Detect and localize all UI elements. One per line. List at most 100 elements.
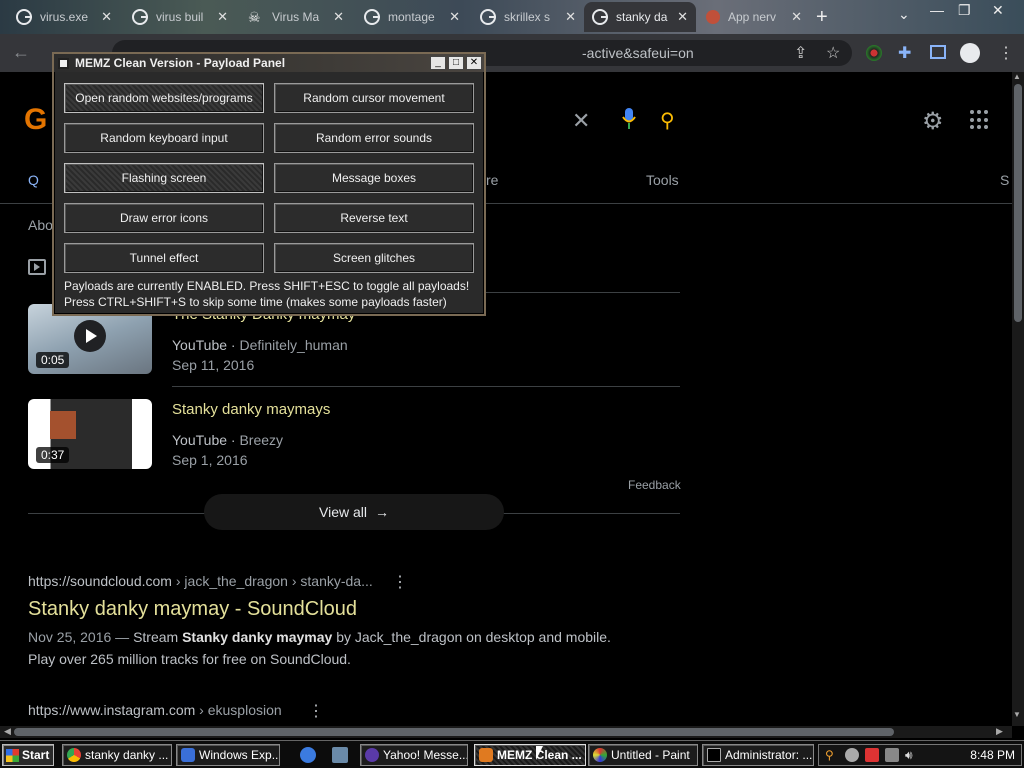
close-icon[interactable]: ✕ [791,9,802,25]
minimize-icon[interactable]: — [930,2,944,18]
google-logo[interactable]: G [24,103,47,137]
bookmark-star-icon[interactable]: ☆ [826,43,840,63]
scroll-up-icon[interactable]: ▲ [1013,72,1021,81]
payload-screen-glitches-button[interactable]: Screen glitches [274,243,474,273]
scroll-down-icon[interactable]: ▼ [1013,710,1021,719]
payload-draw-error-icons-button[interactable]: Draw error icons [64,203,264,233]
network-icon[interactable] [885,748,899,762]
maximize-icon[interactable]: □ [448,56,464,70]
memz-titlebar[interactable]: MEMZ Clean Version - Payload Panel [54,54,484,72]
taskbar-item-explorer[interactable]: Windows Exp... [176,744,280,766]
tray-app-icon[interactable] [845,748,859,762]
close-icon[interactable]: ✕ [565,9,576,25]
skull-icon: ☠ [248,9,261,25]
extensions-puzzle-icon[interactable]: ✚ [898,43,911,63]
taskbar-item-paint[interactable]: Untitled - Paint [588,744,698,766]
close-icon[interactable]: ✕ [466,56,482,70]
memz-title: MEMZ Clean Version - Payload Panel [75,56,286,70]
extension-icon[interactable] [866,45,882,61]
scroll-right-icon[interactable]: ▶ [996,726,1003,737]
minimize-icon[interactable]: _ [430,56,446,70]
payload-status-text: Payloads are currently ENABLED. Press SH… [64,279,470,293]
google-apps-icon[interactable] [970,110,990,130]
tab-virus-exe[interactable]: virus.exe ✕ [8,2,120,32]
maximize-icon[interactable]: ❐ [958,2,971,19]
tab-virus-ma[interactable]: ☠ Virus Ma ✕ [240,2,352,32]
more-options-icon[interactable]: ⋮ [308,701,324,721]
tab-virus-builder[interactable]: virus buil ✕ [124,2,236,32]
quicklaunch-browser-icon[interactable] [300,747,316,763]
close-icon[interactable]: ✕ [101,9,112,25]
browser-menu-icon[interactable]: ⋮ [998,43,1014,63]
memz-icon [479,748,493,762]
tab-app-nerv[interactable]: App nerv ✕ [698,2,810,32]
payload-reverse-text-button[interactable]: Reverse text [274,203,474,233]
taskbar-item-yahoo-messenger[interactable]: Yahoo! Messe... [360,744,468,766]
play-icon[interactable] [74,320,106,352]
snippet-bold: Stanky danky maymay [182,629,333,645]
new-tab-button[interactable]: + [816,6,828,29]
view-all-button[interactable]: View all → [204,494,504,530]
result-cite: https://soundcloud.com › jack_the_dragon… [28,573,373,589]
close-icon[interactable]: ✕ [677,9,688,25]
clock: 8:48 PM [970,748,1015,762]
taskbar-item-memz[interactable]: MEMZ Clean ... [474,744,586,766]
result-path: › ekusplosion [199,702,282,718]
tab-stanky-danky[interactable]: stanky da ✕ [584,2,696,32]
result-domain: https://soundcloud.com [28,573,172,589]
security-shield-icon[interactable] [865,748,879,762]
search-tab-safesearch[interactable]: S [1000,172,1009,188]
video-thumbnail[interactable]: 0:37 [28,399,152,469]
microphone-icon[interactable] [622,108,636,130]
search-tab-all-icon[interactable]: Q [28,172,39,188]
close-icon[interactable]: ✕ [333,9,344,25]
payload-random-keyboard-button[interactable]: Random keyboard input [64,123,264,153]
profile-avatar-icon[interactable] [960,43,980,63]
explorer-icon [181,748,195,762]
tab-label: virus buil [156,10,204,24]
taskbar-item-cmd[interactable]: Administrator: ... [702,744,814,766]
payload-flashing-screen-button[interactable]: Flashing screen [64,163,264,193]
close-icon[interactable]: ✕ [217,9,228,25]
volume-icon[interactable]: 🔊︎ [905,748,919,762]
feedback-link[interactable]: Feedback [628,478,681,492]
video-duration: 0:05 [36,352,70,368]
more-options-icon[interactable]: ⋮ [392,572,408,592]
payload-tunnel-effect-button[interactable]: Tunnel effect [64,243,264,273]
payload-random-error-sounds-button[interactable]: Random error sounds [274,123,474,153]
share-icon[interactable]: ⇪ [794,43,807,63]
command-prompt-icon [707,748,721,762]
search-icon[interactable]: ⚲ [660,108,675,133]
back-arrow-icon[interactable]: ← [12,42,30,63]
tab-label: skrillex s [504,10,551,24]
payload-open-random-websites-button[interactable]: Open random websites/programs [64,83,264,113]
vertical-scrollbar[interactable] [1012,72,1024,726]
quicklaunch-app-icon[interactable] [332,747,348,763]
result-title[interactable]: Stanky danky maymay - SoundCloud [28,598,357,621]
thumbnail-graphic [50,411,76,439]
close-icon[interactable]: ✕ [449,9,460,25]
scroll-left-icon[interactable]: ◀ [4,726,11,737]
video-platform: YouTube [172,337,228,353]
scrollbar-thumb[interactable] [14,728,894,736]
about-results-text: Abo [28,217,53,233]
taskbar-item-chrome[interactable]: stanky danky ... [62,744,172,766]
window-close-icon[interactable]: ✕ [992,2,1004,19]
scrollbar-thumb[interactable] [1014,84,1022,322]
video-source: YouTube · Definitely_human [172,337,348,353]
search-tab-tools[interactable]: Tools [646,172,679,188]
horizontal-scrollbar[interactable] [0,726,1012,738]
tab-skrillex[interactable]: skrillex s ✕ [472,2,584,32]
search-tray-icon[interactable]: ⚲ [825,748,839,762]
tab-montage[interactable]: montage ✕ [356,2,468,32]
payload-random-cursor-button[interactable]: Random cursor movement [274,83,474,113]
settings-gear-icon[interactable]: ⚙ [922,107,944,136]
start-button[interactable]: Start [2,744,54,766]
search-tab-more[interactable]: re [486,172,498,188]
video-title[interactable]: Stanky danky maymays [172,401,330,418]
side-panel-icon[interactable] [930,45,946,59]
clear-search-icon[interactable]: ✕ [572,108,590,134]
payload-message-boxes-button[interactable]: Message boxes [274,163,474,193]
result-date: Nov 25, 2016 [28,629,112,645]
tab-search-icon[interactable]: ⌄ [898,6,910,23]
